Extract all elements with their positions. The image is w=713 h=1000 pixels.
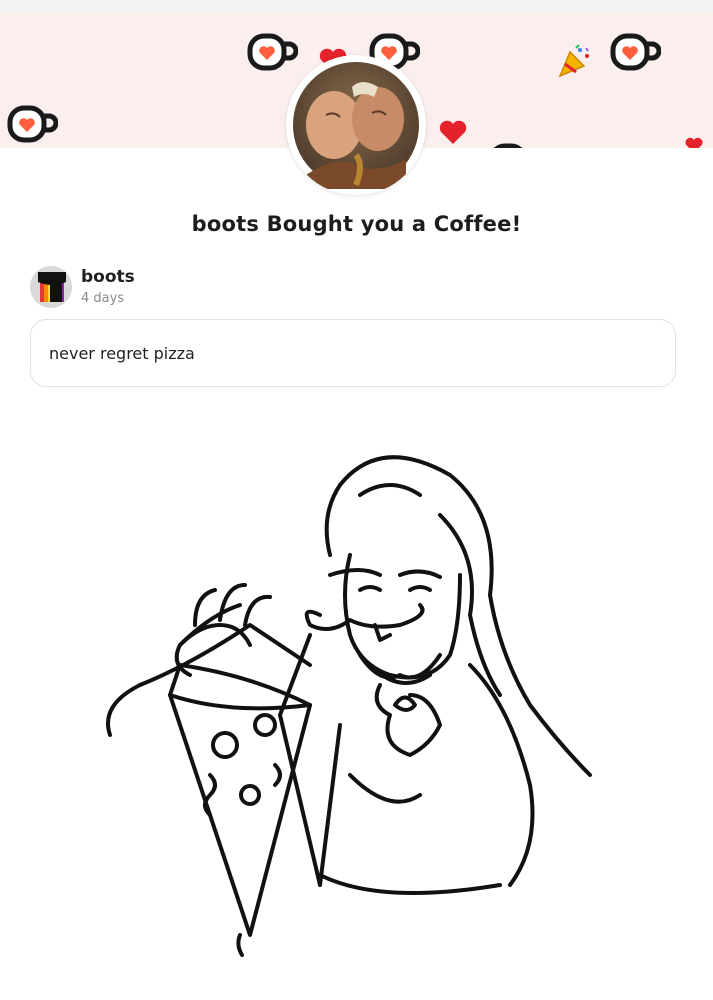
supporter-name[interactable]: boots: [81, 267, 135, 287]
coffee-cup-icon: [6, 104, 58, 146]
supporter-info: boots 4 days: [30, 266, 330, 310]
top-strip: [0, 0, 713, 12]
coffee-cup-icon: [246, 32, 298, 74]
message-bubble: never regret pizza: [30, 319, 676, 387]
supporter-timestamp: 4 days: [81, 291, 125, 306]
creator-avatar[interactable]: [286, 55, 426, 195]
party-popper-icon: [556, 44, 592, 80]
page-title: boots Bought you a Coffee!: [191, 212, 522, 236]
attached-sketch-image: [60, 425, 620, 965]
message-text: never regret pizza: [49, 344, 195, 363]
coffee-cup-icon: [609, 32, 661, 74]
supporter-avatar[interactable]: [30, 266, 72, 308]
heart-icon: [684, 136, 704, 148]
heart-icon: [438, 118, 468, 146]
